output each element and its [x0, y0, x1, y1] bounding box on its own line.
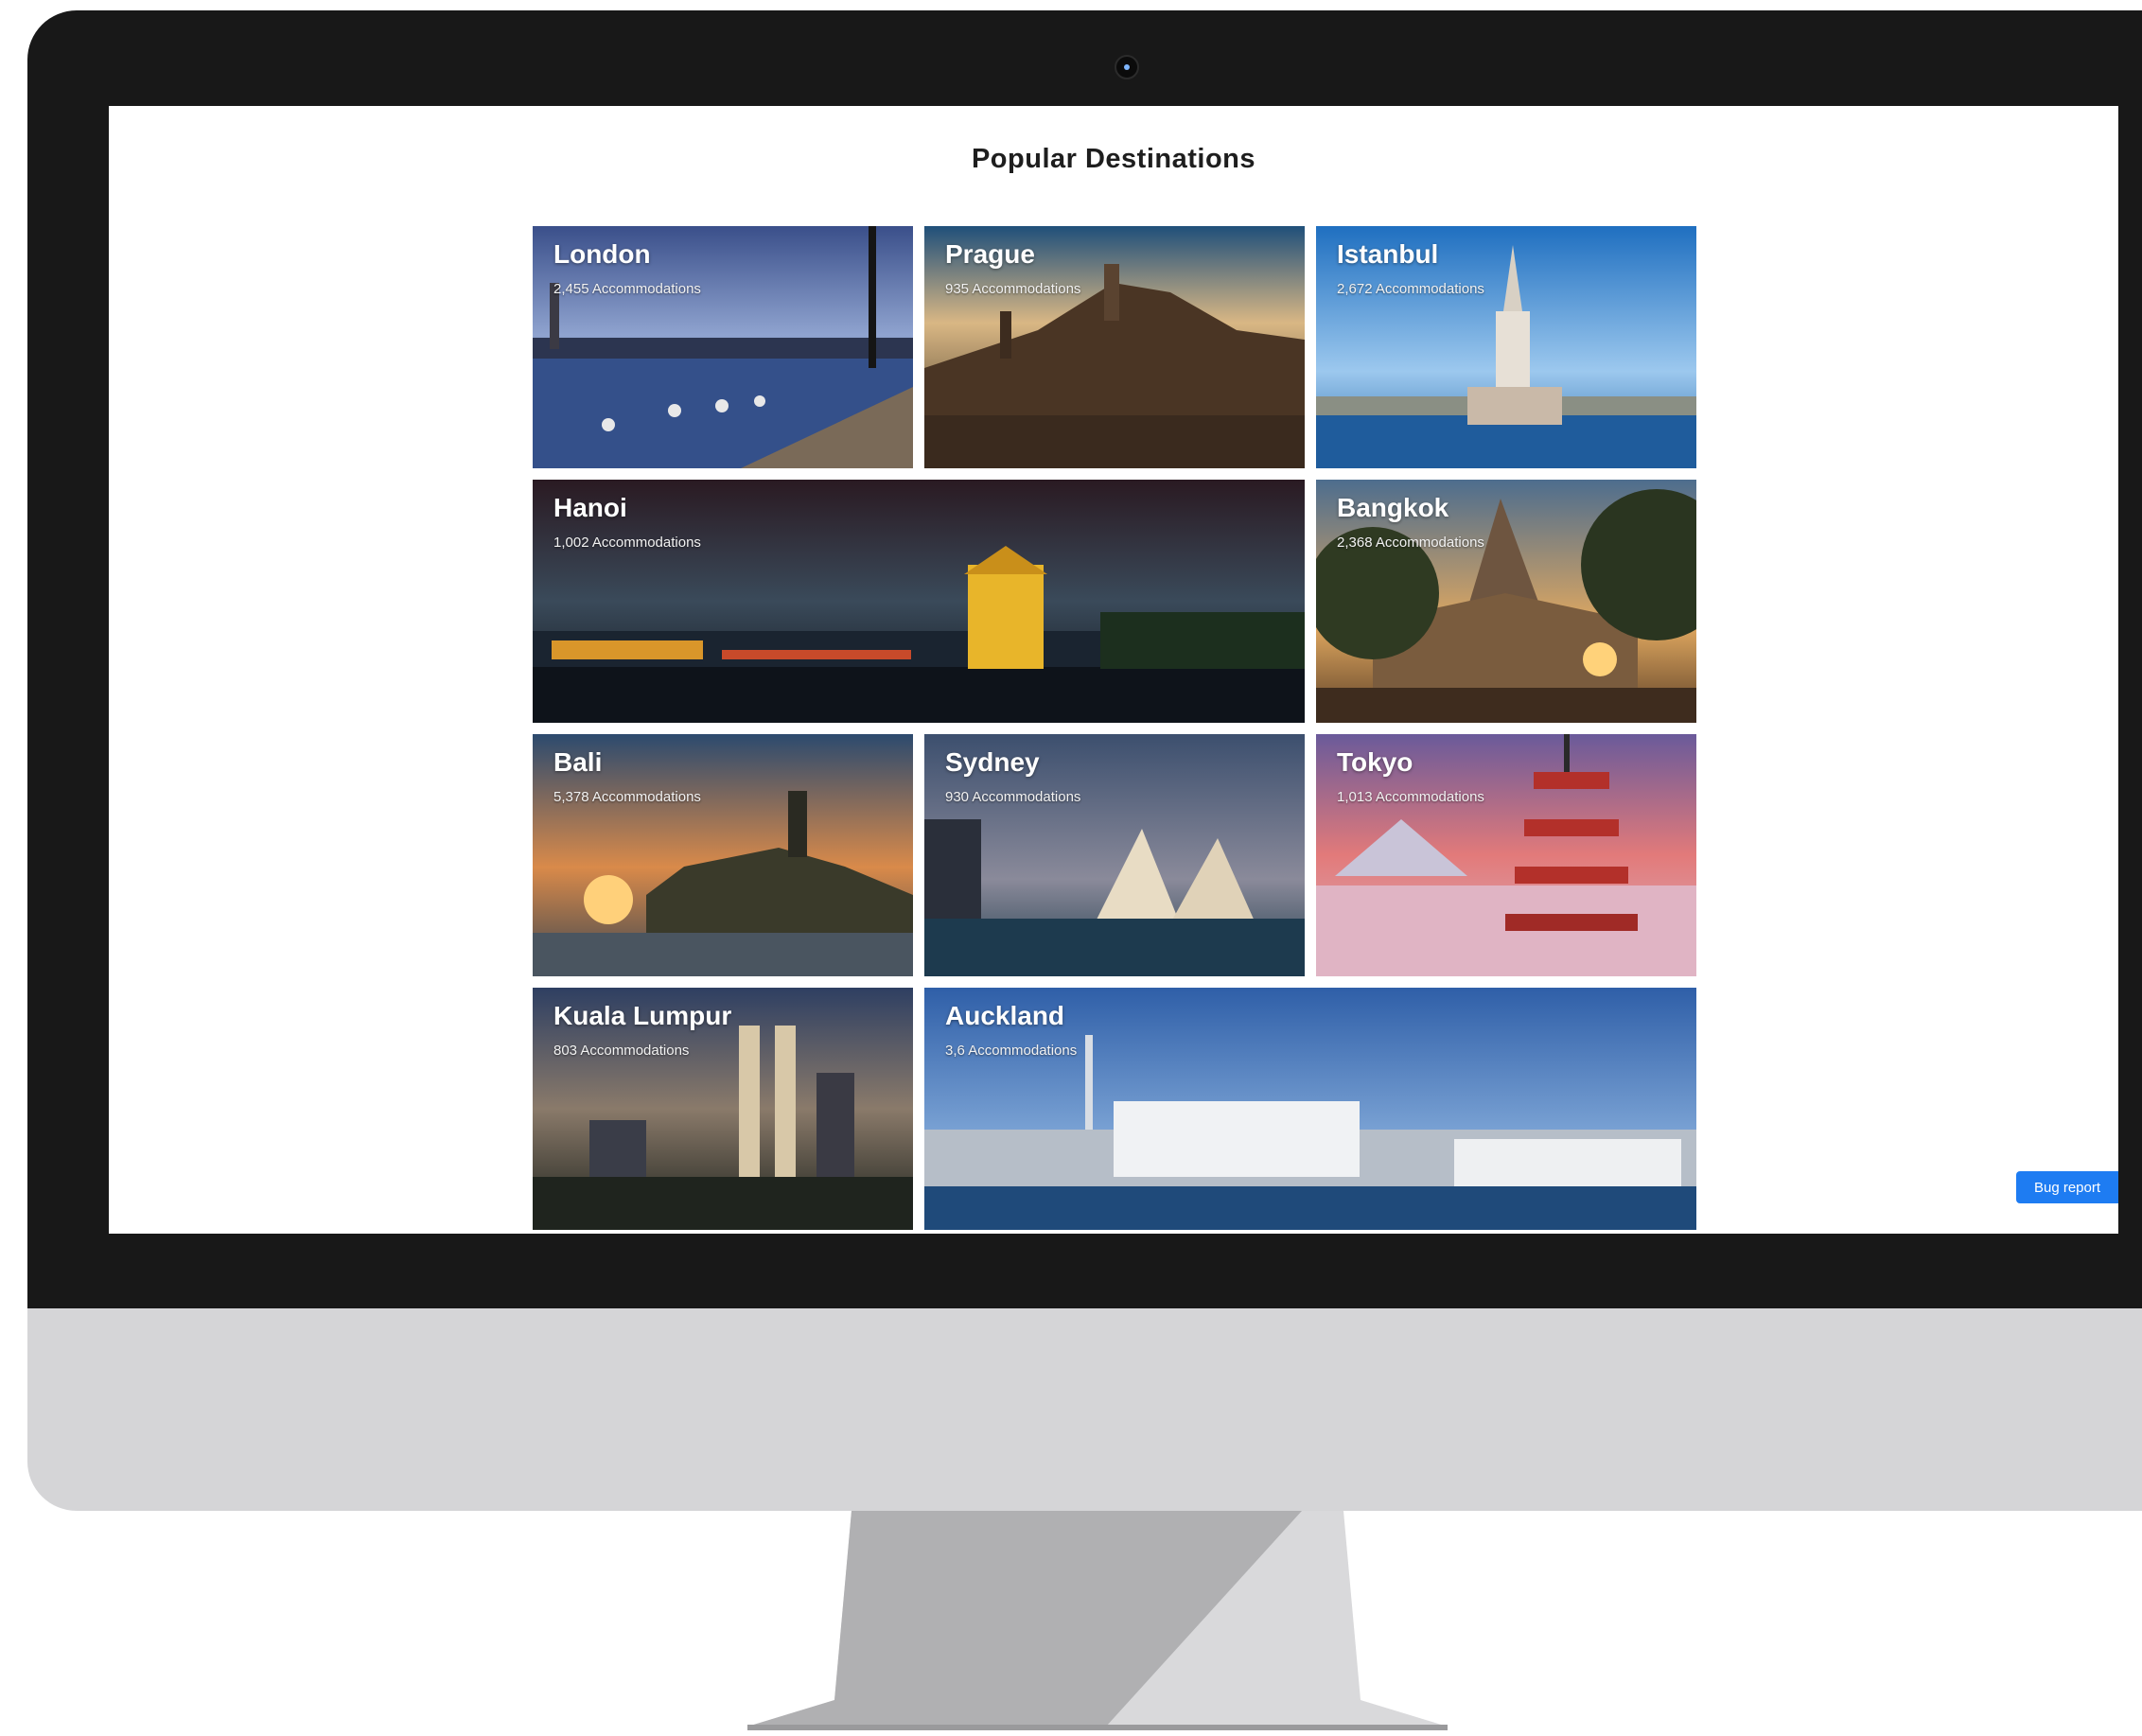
destination-card-bali[interactable]: Bali 5,378 Accommodations: [533, 734, 913, 976]
bug-report-button[interactable]: Bug report: [2016, 1171, 2118, 1203]
destination-photo: [533, 480, 1305, 723]
accommodation-count: 5,378 Accommodations: [553, 789, 701, 805]
accommodation-count: 2,455 Accommodations: [553, 281, 701, 297]
webcam-icon: [1115, 55, 1139, 79]
accommodation-count: 1,002 Accommodations: [553, 535, 701, 551]
page-title: Popular Destinations: [971, 144, 1256, 174]
destination-card-auckland[interactable]: Auckland 3,6 Accommodations: [924, 988, 1696, 1230]
destination-name: Prague: [945, 239, 1035, 269]
destination-name: Sydney: [945, 747, 1040, 777]
destination-name: Tokyo: [1337, 747, 1413, 777]
accommodation-count: 935 Accommodations: [945, 281, 1081, 297]
accommodation-count: 1,013 Accommodations: [1337, 789, 1484, 805]
destination-name: Hanoi: [553, 493, 627, 522]
destination-card-prague[interactable]: Prague 935 Accommodations: [924, 226, 1305, 468]
monitor-stand: [747, 1511, 1448, 1730]
destination-name: Kuala Lumpur: [553, 1001, 732, 1030]
monitor-chin: [27, 1308, 2142, 1511]
accommodation-count: 930 Accommodations: [945, 789, 1081, 805]
destination-card-london[interactable]: London 2,455 Accommodations: [533, 226, 913, 468]
destination-name: London: [553, 239, 651, 269]
accommodation-count: 3,6 Accommodations: [945, 1043, 1078, 1059]
destination-name: Auckland: [945, 1001, 1065, 1030]
destination-card-tokyo[interactable]: Tokyo 1,013 Accommodations: [1316, 734, 1696, 976]
destination-card-istanbul[interactable]: Istanbul 2,672 Accommodations: [1316, 226, 1696, 468]
accommodation-count: 2,672 Accommodations: [1337, 281, 1484, 297]
destination-card-kuala-lumpur[interactable]: Kuala Lumpur 803 Accommodations: [533, 988, 913, 1230]
destination-name: Istanbul: [1337, 239, 1439, 269]
destination-card-bangkok[interactable]: Bangkok 2,368 Accommodations: [1316, 480, 1696, 723]
destination-card-hanoi[interactable]: Hanoi 1,002 Accommodations: [533, 480, 1305, 723]
destination-name: Bangkok: [1337, 493, 1449, 522]
accommodation-count: 803 Accommodations: [553, 1043, 690, 1059]
accommodation-count: 2,368 Accommodations: [1337, 535, 1484, 551]
destination-card-sydney[interactable]: Sydney 930 Accommodations: [924, 734, 1305, 976]
destination-name: Bali: [553, 747, 603, 777]
browser-viewport: Popular Destinations London 2,455 Accomm…: [109, 106, 2118, 1234]
